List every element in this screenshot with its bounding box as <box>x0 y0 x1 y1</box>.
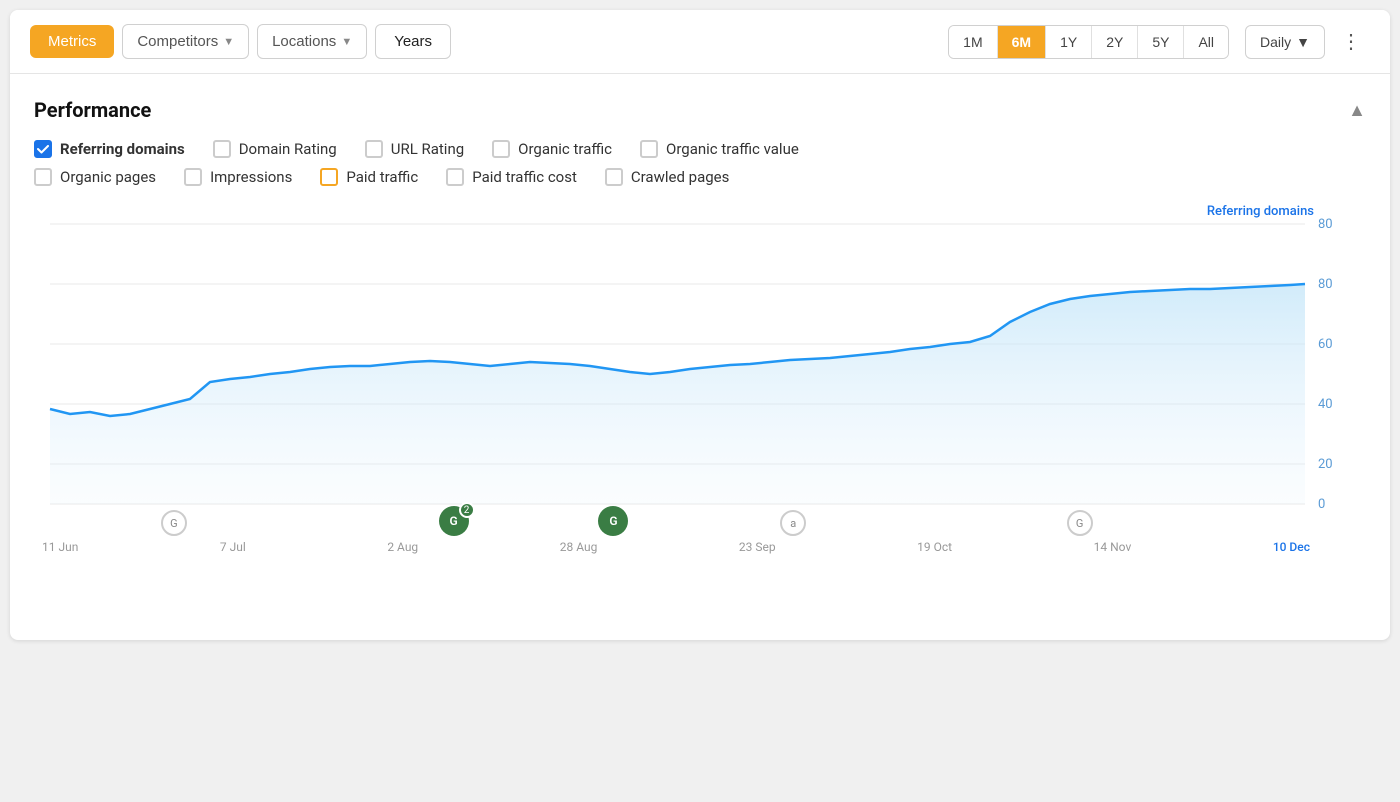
label-crawled-pages: Crawled pages <box>631 168 729 186</box>
checkbox-url-rating[interactable] <box>365 140 383 158</box>
event-marker-g3[interactable]: G <box>598 506 628 536</box>
svg-text:80: 80 <box>1318 277 1333 292</box>
metric-organic-traffic[interactable]: Organic traffic <box>492 140 612 158</box>
time-1y-button[interactable]: 1Y <box>1046 26 1092 58</box>
label-paid-traffic: Paid traffic <box>346 168 418 186</box>
x-label-jun: 11 Jun <box>42 540 78 554</box>
time-range-group: 1M 6M 1Y 2Y 5Y All <box>948 25 1229 59</box>
label-organic-traffic: Organic traffic <box>518 140 612 158</box>
x-label-aug28: 28 Aug <box>560 540 598 554</box>
metric-paid-traffic-cost[interactable]: Paid traffic cost <box>446 168 577 186</box>
label-url-rating: URL Rating <box>391 140 464 158</box>
label-domain-rating: Domain Rating <box>239 140 337 158</box>
svg-text:0: 0 <box>1318 497 1325 512</box>
metrics-checkboxes: Referring domains Domain Rating URL Rati… <box>34 140 1366 186</box>
metrics-row-2: Organic pages Impressions Paid traffic P… <box>34 168 1366 186</box>
x-axis-labels: 11 Jun 7 Jul 2 Aug 28 Aug 23 Sep 19 Oct … <box>34 540 1318 554</box>
time-2y-button[interactable]: 2Y <box>1092 26 1138 58</box>
label-referring-domains: Referring domains <box>60 140 185 158</box>
x-label-oct: 19 Oct <box>917 540 952 554</box>
label-organic-pages: Organic pages <box>60 168 156 186</box>
event-marker-a[interactable]: a <box>780 510 806 536</box>
event-marker-g1[interactable]: G <box>161 510 187 536</box>
time-6m-button[interactable]: 6M <box>998 26 1046 58</box>
x-label-nov: 14 Nov <box>1094 540 1132 554</box>
label-impressions: Impressions <box>210 168 292 186</box>
svg-text:60: 60 <box>1318 337 1333 352</box>
x-label-aug2: 2 Aug <box>387 540 418 554</box>
metric-organic-pages[interactable]: Organic pages <box>34 168 156 186</box>
metric-domain-rating[interactable]: Domain Rating <box>213 140 337 158</box>
checkbox-organic-traffic[interactable] <box>492 140 510 158</box>
chart-area: 80 80 60 40 20 0 11 Jun 7 Jul 2 Aug 28 A… <box>34 204 1366 554</box>
checkbox-impressions[interactable] <box>184 168 202 186</box>
performance-section-header: Performance ▲ <box>34 98 1366 122</box>
performance-title: Performance <box>34 98 151 122</box>
label-organic-traffic-value: Organic traffic value <box>666 140 799 158</box>
svg-text:20: 20 <box>1318 457 1333 472</box>
svg-text:40: 40 <box>1318 397 1333 412</box>
time-1m-button[interactable]: 1M <box>949 26 997 58</box>
metric-paid-traffic[interactable]: Paid traffic <box>320 168 418 186</box>
x-label-sep: 23 Sep <box>739 540 776 554</box>
years-button[interactable]: Years <box>375 24 451 59</box>
metric-organic-traffic-value[interactable]: Organic traffic value <box>640 140 799 158</box>
checkbox-paid-traffic-cost[interactable] <box>446 168 464 186</box>
daily-chevron-icon: ▼ <box>1296 34 1310 50</box>
metrics-row-1: Referring domains Domain Rating URL Rati… <box>34 140 1366 158</box>
metric-referring-domains[interactable]: Referring domains <box>34 140 185 158</box>
time-5y-button[interactable]: 5Y <box>1138 26 1184 58</box>
x-label-dec: 10 Dec <box>1273 540 1310 554</box>
metrics-button[interactable]: Metrics <box>30 25 114 58</box>
x-label-jul: 7 Jul <box>220 540 246 554</box>
checkbox-paid-traffic[interactable] <box>320 168 338 186</box>
checkbox-organic-pages[interactable] <box>34 168 52 186</box>
metric-url-rating[interactable]: URL Rating <box>365 140 464 158</box>
checkbox-referring-domains[interactable] <box>34 140 52 158</box>
event-marker-g2[interactable]: G 2 <box>439 506 469 536</box>
collapse-button[interactable]: ▲ <box>1348 100 1366 121</box>
competitors-button[interactable]: Competitors ▼ <box>122 24 249 59</box>
daily-dropdown-button[interactable]: Daily ▼ <box>1245 25 1325 59</box>
event-marker-g4[interactable]: G <box>1067 510 1093 536</box>
locations-button[interactable]: Locations ▼ <box>257 24 367 59</box>
more-options-button[interactable]: ⋮ <box>1333 25 1370 58</box>
chart-series-label: Referring domains <box>1207 204 1314 219</box>
chart-svg: 80 80 60 40 20 0 <box>34 204 1366 524</box>
svg-text:80: 80 <box>1318 217 1333 232</box>
chart-container: Referring domains <box>34 204 1366 624</box>
checkbox-crawled-pages[interactable] <box>605 168 623 186</box>
competitors-chevron-icon: ▼ <box>223 36 234 48</box>
time-all-button[interactable]: All <box>1184 26 1228 58</box>
metric-impressions[interactable]: Impressions <box>184 168 292 186</box>
metric-crawled-pages[interactable]: Crawled pages <box>605 168 729 186</box>
label-paid-traffic-cost: Paid traffic cost <box>472 168 577 186</box>
checkbox-domain-rating[interactable] <box>213 140 231 158</box>
locations-chevron-icon: ▼ <box>341 36 352 48</box>
checkbox-organic-traffic-value[interactable] <box>640 140 658 158</box>
